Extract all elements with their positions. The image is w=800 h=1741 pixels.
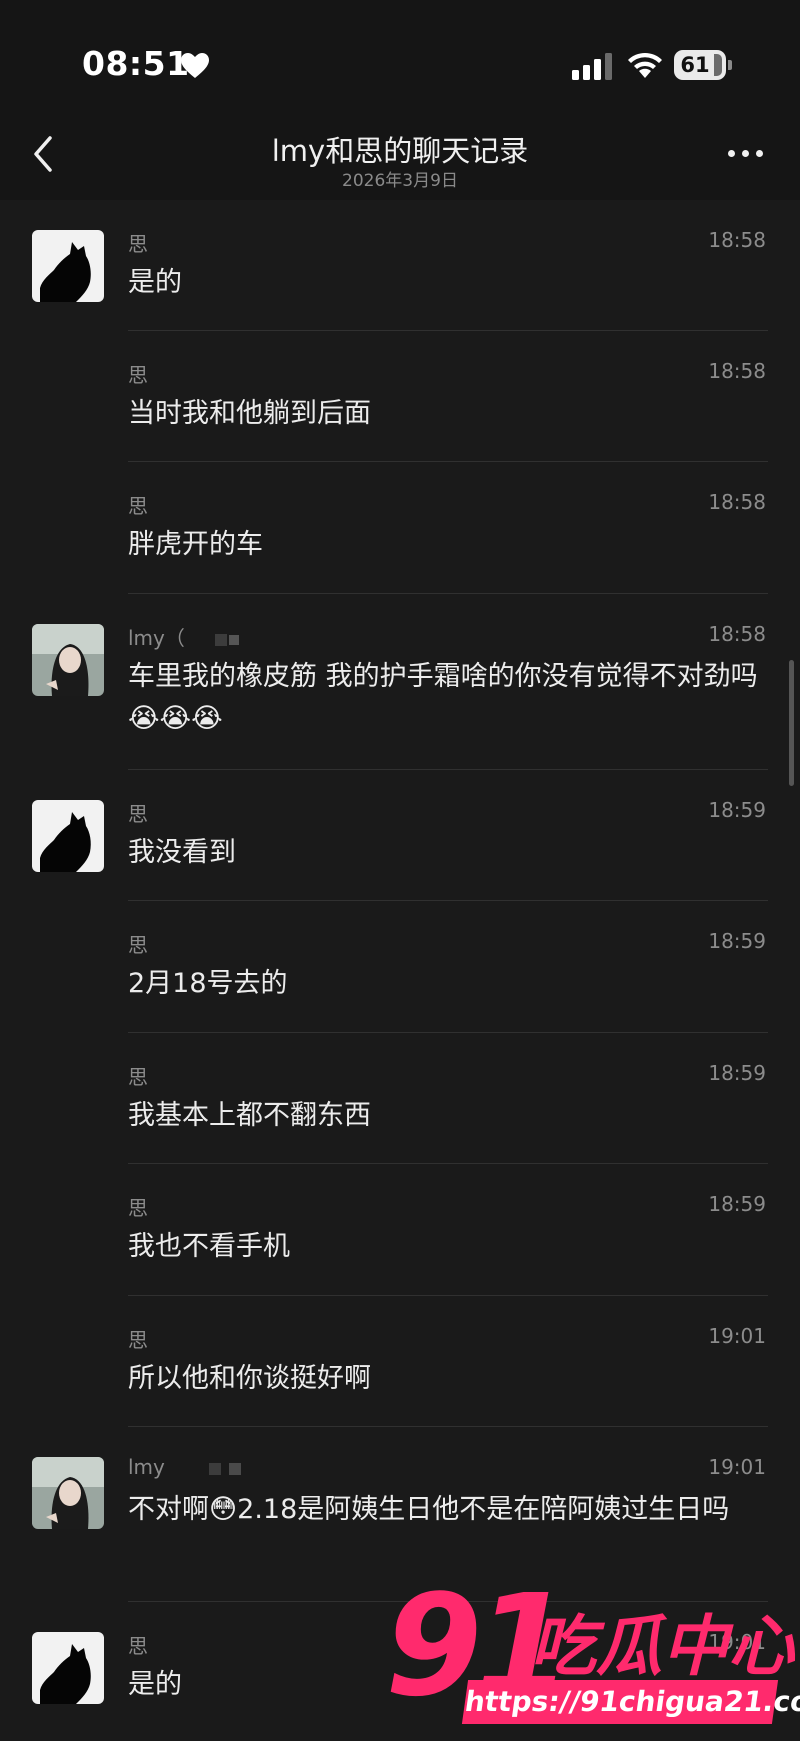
cat-avatar-icon — [32, 230, 104, 302]
wifi-icon — [628, 52, 662, 78]
page-subtitle: 2026年3月9日 — [342, 171, 458, 191]
message-time: 19:01 — [708, 1455, 766, 1479]
user-photo-icon — [32, 624, 104, 696]
message-text: 不对啊😳2.18是阿姨生日他不是在陪阿姨过生日吗 — [128, 1494, 730, 1525]
chevron-left-icon[interactable] — [24, 134, 64, 174]
message-text: 胖虎开的车 — [128, 529, 263, 560]
list-item: 思 18:58 胖虎开的车 — [0, 462, 800, 594]
message-time: 18:59 — [708, 929, 766, 953]
message-time: 18:58 — [708, 359, 766, 383]
message-time: 18:59 — [708, 798, 766, 822]
avatar[interactable] — [32, 1457, 104, 1529]
sender-name-text: lmy — [128, 1455, 165, 1479]
sender-name: 思 — [128, 1065, 148, 1089]
message-time: 18:59 — [708, 1192, 766, 1216]
list-item: 思 18:59 我基本上都不翻东西 — [0, 1033, 800, 1164]
avatar[interactable] — [32, 230, 104, 302]
nav-bar: lmy和思的聊天记录 2026年3月9日 — [0, 120, 800, 200]
cat-avatar-icon — [32, 1632, 104, 1704]
status-time: 08:51 — [82, 44, 190, 83]
list-item: 思 18:59 我没看到 — [0, 770, 800, 901]
sender-name: 思 — [128, 494, 148, 518]
list-item: 思 18:58 当时我和他躺到后面 — [0, 331, 800, 462]
status-bar: 08:51 61 — [0, 0, 800, 120]
list-item: lmy（ 18:58 车里我的橡皮筋 我的护手霜啥的你没有觉得不对劲吗😭😭😭 — [0, 594, 800, 770]
watermark-brand: 吃瓜中心 — [530, 1608, 794, 1685]
sender-name: lmy（ — [128, 622, 239, 651]
list-item: 思 18:58 是的 — [0, 200, 800, 331]
message-time: 18:58 — [708, 622, 766, 646]
message-text: 我基本上都不翻东西 — [128, 1100, 371, 1131]
list-item: 思 18:59 我也不看手机 — [0, 1164, 800, 1296]
message-text: 车里我的橡皮筋 我的护手霜啥的你没有觉得不对劲吗😭😭😭 — [128, 661, 758, 734]
watermark-url: https://91chigua21.com — [461, 1680, 800, 1724]
message-text: 我没看到 — [128, 837, 236, 868]
sender-name: lmy — [128, 1455, 241, 1479]
avatar[interactable] — [32, 1632, 104, 1704]
message-text: 是的 — [128, 267, 182, 298]
sender-name: 思 — [128, 1634, 148, 1658]
avatar[interactable] — [32, 624, 104, 696]
redaction-block — [228, 634, 239, 645]
battery-icon: 61 — [674, 50, 732, 80]
signal-icon — [572, 53, 612, 80]
cat-avatar-icon — [32, 800, 104, 872]
message-time: 19:01 — [708, 1324, 766, 1348]
message-time: 18:59 — [708, 1061, 766, 1085]
sender-name-text: lmy（ — [128, 626, 185, 650]
top-bar: 08:51 61 lmy和思的聊天记录 2026年3月9日 — [0, 0, 800, 200]
sender-name: 思 — [128, 933, 148, 957]
message-text: 当时我和他躺到后面 — [128, 398, 371, 429]
message-text: 我也不看手机 — [128, 1231, 290, 1262]
list-item: 思 19:01 所以他和你谈挺好啊 — [0, 1296, 800, 1427]
sender-name: 思 — [128, 1196, 148, 1220]
sender-name: 思 — [128, 802, 148, 826]
redaction-block — [214, 633, 227, 646]
sender-name: 思 — [128, 363, 148, 387]
heart-icon — [181, 53, 209, 78]
redaction-block — [208, 1462, 221, 1475]
watermark-logo: 91 吃瓜中心 https://91chigua21.com — [385, 1565, 800, 1741]
message-time: 18:58 — [708, 490, 766, 514]
message-time: 18:58 — [708, 228, 766, 252]
battery-level: 61 — [680, 53, 710, 77]
sender-name: 思 — [128, 232, 148, 256]
avatar[interactable] — [32, 800, 104, 872]
scrollbar[interactable] — [789, 660, 794, 786]
message-text: 所以他和你谈挺好啊 — [128, 1363, 371, 1394]
user-photo-icon — [32, 1457, 104, 1529]
page-title: lmy和思的聊天记录 — [271, 134, 529, 168]
sender-name: 思 — [128, 1328, 148, 1352]
redaction-block — [228, 1462, 241, 1475]
message-text: 2月18号去的 — [128, 968, 288, 999]
list-item: 思 18:59 2月18号去的 — [0, 901, 800, 1033]
more-dots-icon[interactable] — [726, 144, 766, 164]
